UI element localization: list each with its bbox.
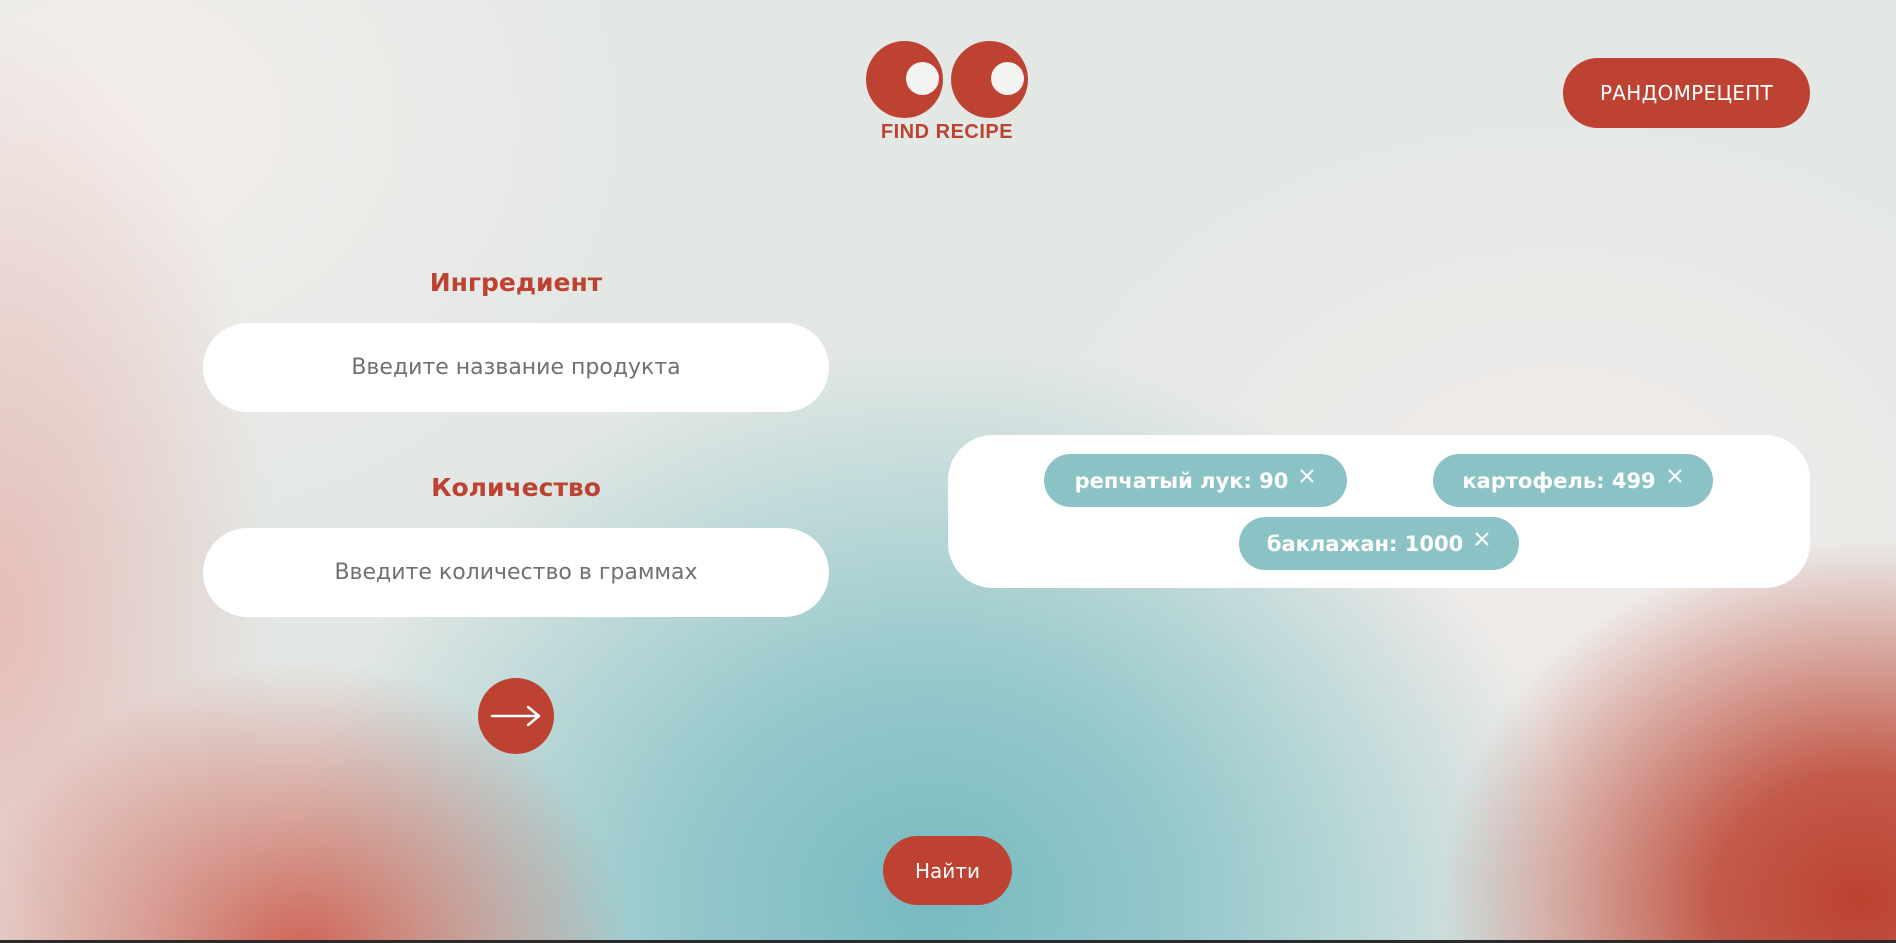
logo-text: FIND RECIPE <box>880 121 1014 143</box>
ingredient-tag-label: картофель: 499 <box>1462 468 1656 493</box>
close-icon[interactable] <box>1298 467 1316 485</box>
ingredient-tag: картофель: 499 <box>1433 454 1713 507</box>
add-ingredient-button[interactable] <box>478 678 554 754</box>
close-icon[interactable] <box>1473 530 1491 548</box>
close-icon[interactable] <box>1666 467 1684 485</box>
arrow-right-icon <box>490 704 542 728</box>
search-button[interactable]: Найти <box>883 836 1012 905</box>
logo: FIND RECIPE <box>866 40 1028 145</box>
ingredient-tag-label: баклажан: 1000 <box>1266 531 1464 556</box>
ingredient-input[interactable] <box>203 323 829 412</box>
random-recipe-button[interactable]: РАНДОМРЕЦЕПТ <box>1563 58 1810 128</box>
ingredient-tag: репчатый лук: 90 <box>1044 454 1347 507</box>
ingredient-tag: баклажан: 1000 <box>1239 517 1519 570</box>
logo-circle-left <box>866 41 943 118</box>
quantity-label: Количество <box>431 473 601 502</box>
logo-mark <box>866 40 1028 118</box>
ingredient-tag-label: репчатый лук: 90 <box>1074 468 1289 493</box>
ingredient-label: Ингредиент <box>429 268 603 297</box>
quantity-input[interactable] <box>203 528 829 617</box>
logo-circle-right <box>951 41 1028 118</box>
selected-ingredients-panel: репчатый лук: 90 картофель: 499 баклажан… <box>948 435 1810 588</box>
